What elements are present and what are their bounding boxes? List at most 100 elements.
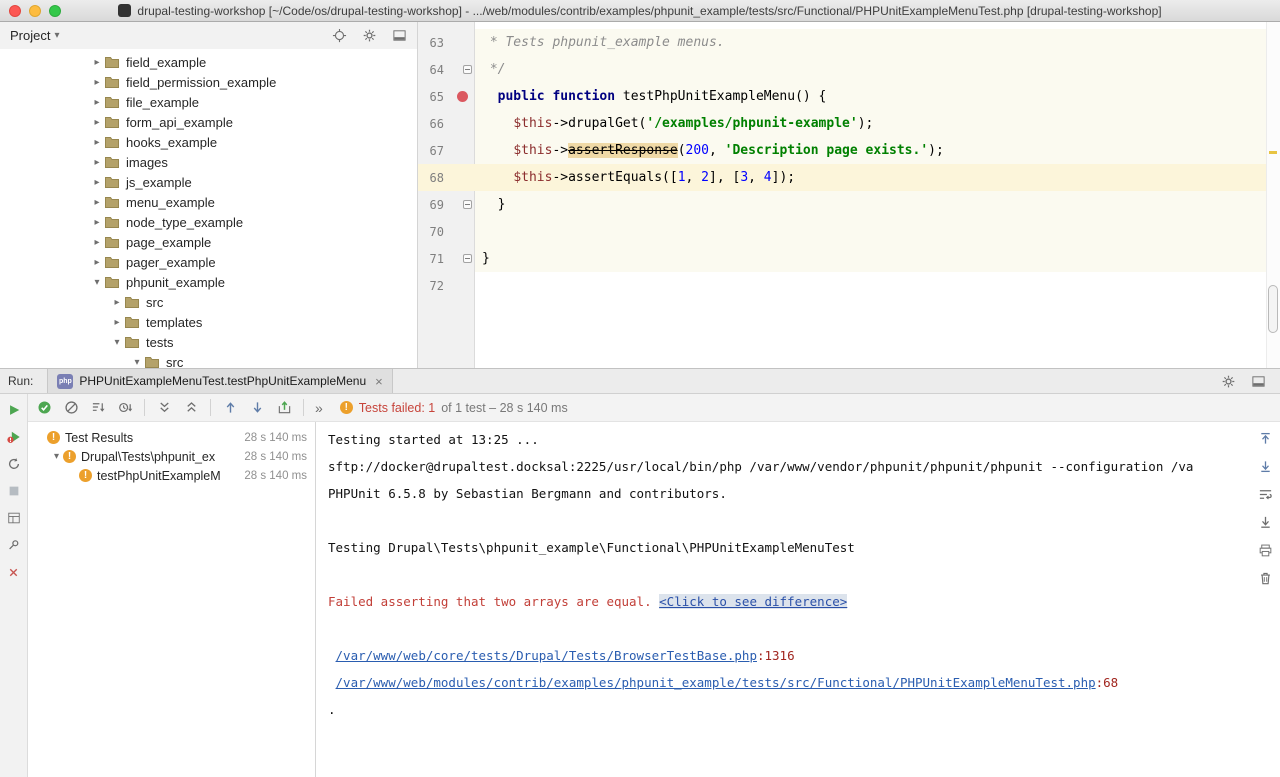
console-output[interactable]: Testing started at 13:25 ...sftp://docke… — [316, 422, 1250, 777]
scrollbar-thumb[interactable] — [1268, 285, 1278, 333]
rerun-failed-tests-icon[interactable] — [6, 429, 22, 445]
editor-line[interactable]: 69 } — [418, 191, 1280, 218]
close-window-button[interactable] — [9, 5, 21, 17]
expand-all-icon[interactable] — [156, 400, 172, 416]
project-tree-item[interactable]: ▾phpunit_example — [0, 272, 417, 292]
chevron-down-icon[interactable]: ▾ — [130, 357, 144, 368]
chevron-right-icon[interactable]: ▸ — [110, 297, 124, 308]
hide-panel-icon[interactable] — [1250, 373, 1266, 389]
test-failed-gutter-icon[interactable] — [457, 91, 468, 102]
pin-tab-icon[interactable] — [6, 537, 22, 553]
code-line[interactable]: * Tests phpunit_example menus. — [475, 29, 1280, 56]
console-file-link[interactable]: /var/www/web/modules/contrib/examples/ph… — [336, 675, 1096, 690]
project-tree-item[interactable]: ▸node_type_example — [0, 212, 417, 232]
project-tree-item[interactable]: ▸images — [0, 152, 417, 172]
show-passed-icon[interactable] — [36, 400, 52, 416]
editor-line[interactable]: 64 */ — [418, 56, 1280, 83]
code-line[interactable] — [475, 272, 1280, 299]
scroll-to-end-icon[interactable] — [1257, 514, 1273, 530]
project-tree-item[interactable]: ▾tests — [0, 332, 417, 352]
print-icon[interactable] — [1257, 542, 1273, 558]
show-ignored-icon[interactable] — [63, 400, 79, 416]
fold-marker-icon[interactable] — [463, 200, 472, 209]
editor-line[interactable]: 72 — [418, 272, 1280, 299]
up-stack-trace-icon[interactable] — [1257, 430, 1273, 446]
project-tree-item[interactable]: ▸src — [0, 292, 417, 312]
test-tree-item[interactable]: ▾!Drupal\Tests\phpunit_ex28 s 140 ms — [28, 447, 315, 466]
code-line[interactable]: $this->drupalGet('/examples/phpunit-exam… — [475, 110, 1280, 137]
previous-failed-test-icon[interactable] — [222, 400, 238, 416]
editor-line[interactable]: 71} — [418, 245, 1280, 272]
code-line[interactable] — [475, 218, 1280, 245]
close-icon[interactable] — [6, 564, 22, 580]
zoom-window-button[interactable] — [49, 5, 61, 17]
editor-scrollbar[interactable] — [1266, 22, 1280, 368]
code-line[interactable]: $this->assertEquals([1, 2], [3, 4]); — [475, 164, 1280, 191]
fold-marker-icon[interactable] — [463, 65, 472, 74]
editor-line[interactable]: 65 public function testPhpUnitExampleMen… — [418, 83, 1280, 110]
project-tree-item[interactable]: ▸form_api_example — [0, 112, 417, 132]
editor-line[interactable]: 66 $this->drupalGet('/examples/phpunit-e… — [418, 110, 1280, 137]
editor-line[interactable]: 70 — [418, 218, 1280, 245]
clear-all-icon[interactable] — [1257, 570, 1273, 586]
editor-line[interactable]: 68 $this->assertEquals([1, 2], [3, 4]); — [418, 164, 1280, 191]
editor-line[interactable]: 67 $this->assertResponse(200, 'Descripti… — [418, 137, 1280, 164]
code-line[interactable]: */ — [475, 56, 1280, 83]
project-tree-item[interactable]: ▸pager_example — [0, 252, 417, 272]
chevron-right-icon[interactable]: ▸ — [90, 117, 104, 128]
toggle-auto-test-icon[interactable] — [6, 456, 22, 472]
chevron-right-icon[interactable]: ▸ — [90, 257, 104, 268]
project-tree-item[interactable]: ▸file_example — [0, 92, 417, 112]
chevron-right-icon[interactable]: ▸ — [90, 137, 104, 148]
next-failed-test-icon[interactable] — [249, 400, 265, 416]
console-file-link[interactable]: /var/www/web/core/tests/Drupal/Tests/Bro… — [336, 648, 757, 663]
select-opened-file-icon[interactable] — [331, 28, 347, 44]
test-history-icon[interactable] — [276, 400, 292, 416]
project-panel-title[interactable]: Project — [10, 28, 50, 43]
chevron-right-icon[interactable]: ▸ — [90, 197, 104, 208]
down-stack-trace-icon[interactable] — [1257, 458, 1273, 474]
chevron-down-icon[interactable]: ▾ — [50, 451, 63, 462]
more-icon[interactable]: » — [315, 400, 323, 416]
project-tree-item[interactable]: ▸hooks_example — [0, 132, 417, 152]
settings-gear-icon[interactable] — [1220, 373, 1236, 389]
collapse-all-icon[interactable] — [183, 400, 199, 416]
project-tree-item[interactable]: ▸page_example — [0, 232, 417, 252]
close-tab-icon[interactable]: × — [375, 374, 383, 389]
chevron-right-icon[interactable]: ▸ — [110, 317, 124, 328]
project-tree-item[interactable]: ▸field_permission_example — [0, 72, 417, 92]
chevron-down-icon[interactable]: ▾ — [110, 337, 124, 348]
chevron-down-icon[interactable]: ▾ — [54, 30, 59, 41]
project-tree-item[interactable]: ▸js_example — [0, 172, 417, 192]
rerun-icon[interactable] — [6, 402, 22, 418]
test-tree-item[interactable]: !testPhpUnitExampleM28 s 140 ms — [28, 466, 315, 485]
editor-lines[interactable]: 63 * Tests phpunit_example menus.64 */65… — [418, 22, 1280, 368]
chevron-right-icon[interactable]: ▸ — [90, 157, 104, 168]
project-tree-item[interactable]: ▸templates — [0, 312, 417, 332]
project-tree-item[interactable]: ▾src — [0, 352, 417, 368]
settings-gear-icon[interactable] — [361, 28, 377, 44]
run-tab[interactable]: php PHPUnitExampleMenuTest.testPhpUnitEx… — [47, 369, 392, 393]
warning-stripe-mark[interactable] — [1269, 151, 1277, 154]
code-line[interactable]: public function testPhpUnitExampleMenu()… — [475, 83, 1280, 110]
minimize-window-button[interactable] — [29, 5, 41, 17]
restore-layout-icon[interactable] — [6, 510, 22, 526]
code-line[interactable]: $this->assertResponse(200, 'Description … — [475, 137, 1280, 164]
chevron-right-icon[interactable]: ▸ — [90, 177, 104, 188]
test-tree-item[interactable]: !Test Results28 s 140 ms — [28, 428, 315, 447]
chevron-right-icon[interactable]: ▸ — [90, 97, 104, 108]
code-line[interactable]: } — [475, 191, 1280, 218]
fold-marker-icon[interactable] — [463, 254, 472, 263]
editor[interactable]: 63 * Tests phpunit_example menus.64 */65… — [418, 22, 1280, 368]
code-line[interactable]: } — [475, 245, 1280, 272]
soft-wraps-icon[interactable] — [1257, 486, 1273, 502]
chevron-right-icon[interactable]: ▸ — [90, 217, 104, 228]
see-difference-link[interactable]: <Click to see difference> — [659, 594, 847, 609]
chevron-right-icon[interactable]: ▸ — [90, 77, 104, 88]
chevron-right-icon[interactable]: ▸ — [90, 237, 104, 248]
project-tree-item[interactable]: ▸field_example — [0, 52, 417, 72]
sort-alphabetically-icon[interactable] — [90, 400, 106, 416]
editor-line[interactable]: 63 * Tests phpunit_example menus. — [418, 29, 1280, 56]
hide-panel-icon[interactable] — [391, 28, 407, 44]
project-tree-item[interactable]: ▸menu_example — [0, 192, 417, 212]
